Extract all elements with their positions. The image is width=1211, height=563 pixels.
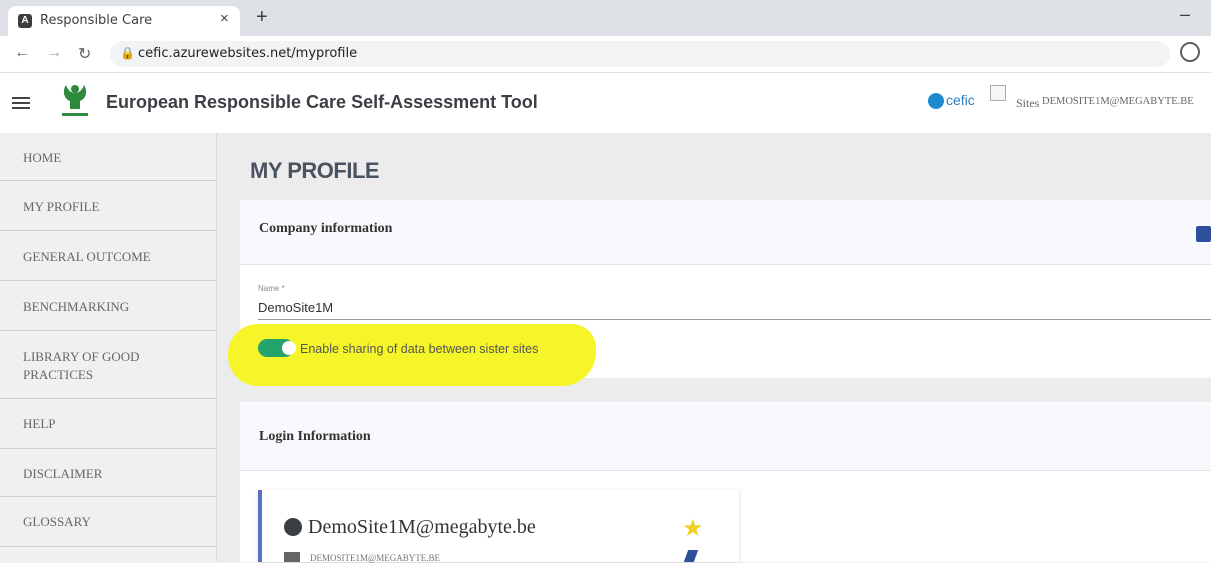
sidebar-nav: HOME MY PROFILE GENERAL OUTCOME BENCHMAR… <box>0 133 217 562</box>
browser-toolbar: ← → ↻ 🔒 cefic.azurewebsites.net/myprofil… <box>0 36 1211 73</box>
sidebar-item-general-outcome[interactable]: GENERAL OUTCOME <box>0 231 216 281</box>
star-icon[interactable]: ★ <box>682 514 704 543</box>
browser-profile-icon[interactable] <box>1180 42 1200 62</box>
sidebar-item-label: LIBRARY OF GOOD <box>23 349 140 364</box>
browser-tabstrip: A Responsible Care × + – <box>0 0 1211 36</box>
minimize-window-icon[interactable]: – <box>1180 4 1190 25</box>
sidebar-item-label: GLOSSARY <box>23 514 91 529</box>
broken-image-icon <box>990 85 1006 101</box>
sharing-toggle-thumb[interactable] <box>282 341 296 355</box>
account-card: DemoSite1M@megabyte.be ★ DEMOSITE1M@MEGA… <box>258 490 739 563</box>
cefic-flower-icon <box>928 93 944 110</box>
hamburger-menu-icon[interactable] <box>12 97 30 109</box>
app-title: European Responsible Care Self-Assessmen… <box>106 92 538 112</box>
save-icon[interactable] <box>1196 226 1211 242</box>
login-info-card-header: Login Information <box>240 402 1211 471</box>
forward-arrow-icon[interactable]: → <box>46 44 62 62</box>
sidebar-item-label: PRACTICES <box>23 367 94 382</box>
angular-favicon-icon: A <box>18 14 32 28</box>
sidebar-item-label: HOME <box>23 150 62 165</box>
account-circle-icon <box>284 518 302 536</box>
mail-icon <box>284 552 300 562</box>
sidebar-item-label: GENERAL OUTCOME <box>23 249 151 264</box>
company-info-card-header: Company information <box>240 200 1211 265</box>
cefic-logo: cefic <box>928 92 975 110</box>
sidebar-item-label: HELP <box>23 416 56 431</box>
back-arrow-icon[interactable]: ← <box>14 44 30 62</box>
app-header: European Responsible Care Self-Assessmen… <box>0 73 1211 133</box>
page-title: MY PROFILE <box>250 158 380 183</box>
cefic-logo-text: cefic <box>946 92 975 108</box>
sharing-toggle-label: Enable sharing of data between sister si… <box>300 342 539 356</box>
sidebar-item-benchmarking[interactable]: BENCHMARKING <box>0 281 216 331</box>
reload-icon[interactable]: ↻ <box>78 44 91 64</box>
responsible-care-logo-icon <box>62 85 88 116</box>
sidebar-item-label: MY PROFILE <box>23 199 100 214</box>
sites-link[interactable]: Sites <box>1016 96 1039 111</box>
sidebar-item-help[interactable]: HELP <box>0 399 216 449</box>
browser-tab[interactable]: A Responsible Care × <box>8 6 240 36</box>
name-input-underline <box>258 319 1211 320</box>
sidebar-item-home[interactable]: HOME <box>0 133 216 181</box>
sidebar-item-disclaimer[interactable]: DISCLAIMER <box>0 449 216 497</box>
account-name: DemoSite1M@megabyte.be <box>308 516 536 538</box>
edit-icon[interactable] <box>683 550 699 562</box>
lock-icon: 🔒 <box>120 46 135 60</box>
sidebar-item-library[interactable]: LIBRARY OF GOOD PRACTICES <box>0 331 216 399</box>
sidebar-item-label: DISCLAIMER <box>23 466 103 481</box>
address-bar[interactable]: 🔒 cefic.azurewebsites.net/myprofile <box>110 41 1170 67</box>
new-tab-icon[interactable]: + <box>256 6 268 29</box>
sidebar-item-my-profile[interactable]: MY PROFILE <box>0 181 216 231</box>
login-info-title: Login Information <box>259 429 371 444</box>
sidebar-item-glossary[interactable]: GLOSSARY <box>0 497 216 547</box>
user-email[interactable]: DEMOSITE1M@MEGABYTE.BE <box>1042 96 1194 107</box>
name-field-label: Name * <box>258 284 285 293</box>
close-tab-icon[interactable]: × <box>220 10 229 27</box>
name-input[interactable]: DemoSite1M <box>258 300 333 315</box>
url-text[interactable]: cefic.azurewebsites.net/myprofile <box>138 46 357 61</box>
sidebar-item-label: BENCHMARKING <box>23 299 130 314</box>
company-info-title: Company information <box>259 221 393 236</box>
tab-title: Responsible Care <box>40 13 153 28</box>
